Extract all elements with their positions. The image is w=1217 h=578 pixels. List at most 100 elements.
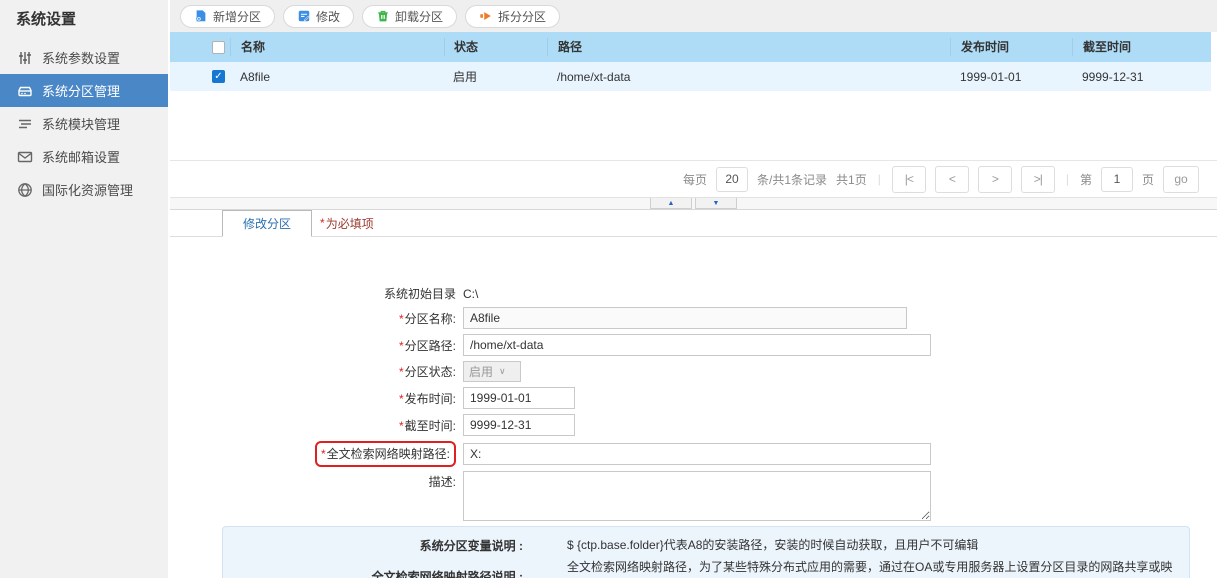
tab-modify-partition[interactable]: 修改分区 xyxy=(222,210,313,237)
sidebar-item-i18n-resources[interactable]: 国际化资源管理 xyxy=(0,173,168,206)
sidebar: 系统设置 系统参数设置 系统分区管理 系统模块管理 系统邮箱设置 国际化资源管理 xyxy=(0,0,170,578)
partition-toolbar: 新增分区 修改 卸载分区 拆分分区 xyxy=(170,0,1217,32)
pagination-separator: | xyxy=(1065,172,1069,186)
modify-partition-form: 系统初始目录 C:\ *分区名称: *分区路径: *分区状态: 启用 ∨ *发布… xyxy=(170,237,1217,578)
split-partition-label: 拆分分区 xyxy=(498,9,547,24)
expire-time-input[interactable] xyxy=(463,414,575,436)
table-row[interactable]: ✓ A8file 启用 /home/xt-data 1999-01-01 999… xyxy=(170,62,1211,91)
required-star: * xyxy=(398,311,404,326)
expire-time-label: 截至时间: xyxy=(404,418,456,433)
split-partition-button[interactable]: 拆分分区 xyxy=(465,4,561,28)
last-page-button[interactable]: >| xyxy=(1020,165,1055,193)
row-checkbox[interactable]: ✓ xyxy=(212,70,225,83)
sliders-icon xyxy=(16,49,33,66)
publish-time-input[interactable] xyxy=(463,387,575,409)
cell-expire-time: 9999-12-31 xyxy=(1082,69,1144,84)
pagination-separator: | xyxy=(877,172,881,186)
next-page-button[interactable]: > xyxy=(977,165,1012,193)
form-tabbar: 修改分区 * 为必填项 xyxy=(170,210,1217,237)
cell-name: A8file xyxy=(240,69,271,84)
table-empty-space xyxy=(170,91,1217,160)
add-partition-icon xyxy=(194,9,208,23)
modules-icon xyxy=(16,115,33,132)
required-star: * xyxy=(398,365,404,379)
trash-icon xyxy=(376,9,390,23)
sidebar-title: 系统设置 xyxy=(16,11,77,28)
total-pages-label: 共1页 xyxy=(836,172,867,187)
init-dir-value: C:\ xyxy=(463,286,479,301)
required-star: * xyxy=(398,391,404,406)
form-row-description: 描述: xyxy=(170,471,1217,521)
partition-path-input[interactable] xyxy=(463,334,931,356)
collapse-down-button[interactable]: ▼ xyxy=(695,198,737,209)
fulltext-path-label: 全文检索网络映射路径: xyxy=(326,447,450,461)
required-fields-note: * 为必填项 xyxy=(320,210,374,236)
form-row-publish-time: *发布时间: xyxy=(170,387,1217,409)
add-partition-label: 新增分区 xyxy=(213,9,262,24)
sidebar-item-label: 系统模块管理 xyxy=(42,117,121,132)
partition-path-label: 分区路径: xyxy=(404,338,456,353)
globe-icon xyxy=(16,181,33,198)
select-all-checkbox[interactable] xyxy=(212,40,225,54)
partition-name-input[interactable] xyxy=(463,307,907,329)
collapse-up-button[interactable]: ▲ xyxy=(650,198,692,209)
form-row-expire-time: *截至时间: xyxy=(170,414,1217,436)
note-row-variable: 系统分区变量说明 : $ {ctp.base.folder}代表A8的安装路径，… xyxy=(223,536,1177,555)
page-number-input[interactable] xyxy=(1100,166,1133,192)
column-header-expire-time: 截至时间 xyxy=(1072,38,1211,56)
cell-status: 启用 xyxy=(453,70,478,84)
sidebar-item-label: 系统参数设置 xyxy=(42,51,121,66)
tab-label: 修改分区 xyxy=(243,217,292,231)
note-row-fulltext: 全文检索网络映射路径说明 : 全文检索网络映射路径，为了某些特殊分布式应用的需要… xyxy=(223,558,1177,578)
required-star: * xyxy=(398,338,404,353)
page-prefix-label: 第 xyxy=(1079,172,1092,187)
sidebar-item-system-params[interactable]: 系统参数设置 xyxy=(0,41,168,74)
split-icon xyxy=(479,9,493,23)
description-label: 描述: xyxy=(428,475,456,489)
sidebar-item-label: 国际化资源管理 xyxy=(42,183,134,198)
form-row-fulltext-path: *全文检索网络映射路径: xyxy=(170,441,1217,467)
sidebar-item-mail-settings[interactable]: 系统邮箱设置 xyxy=(0,140,168,173)
form-row-partition-status: *分区状态: 启用 ∨ xyxy=(170,361,1217,382)
column-header-status: 状态 xyxy=(444,38,547,56)
cell-path: /home/xt-data xyxy=(557,69,631,84)
modify-button[interactable]: 修改 xyxy=(283,4,355,28)
first-page-button[interactable]: |< xyxy=(891,165,926,193)
unload-partition-button[interactable]: 卸载分区 xyxy=(362,4,458,28)
partition-table-header: 名称 状态 路径 发布时间 截至时间 xyxy=(170,32,1211,62)
form-row-partition-path: *分区路径: xyxy=(170,334,1217,356)
partition-name-label: 分区名称: xyxy=(404,311,456,326)
variable-note-text: $ {ctp.base.folder}代表A8的安装路径，安装的时候自动获取，且… xyxy=(567,538,979,552)
records-label: 条/共1条记录 xyxy=(757,172,828,187)
triangle-down-icon: ▼ xyxy=(712,199,720,207)
column-header-path: 路径 xyxy=(547,38,950,56)
chevron-down-icon: ∨ xyxy=(499,366,506,376)
partition-status-select[interactable]: 启用 ∨ xyxy=(463,361,521,382)
per-page-label: 每页 xyxy=(683,172,708,187)
go-button[interactable]: go xyxy=(1163,165,1199,193)
sidebar-item-module-mgmt[interactable]: 系统模块管理 xyxy=(0,107,168,140)
per-page-input[interactable] xyxy=(716,166,749,192)
pagination-bar: 每页 条/共1条记录 共1页 | |< < > >| | 第 页 go xyxy=(170,160,1217,197)
sidebar-item-partition-mgmt[interactable]: 系统分区管理 xyxy=(0,74,168,107)
column-header-name: 名称 xyxy=(230,38,444,56)
prev-page-button[interactable]: < xyxy=(934,165,969,193)
partition-status-label: 分区状态: xyxy=(404,365,456,379)
row-checkbox-cell: ✓ xyxy=(170,70,230,83)
required-star: * xyxy=(320,216,325,230)
description-textarea[interactable] xyxy=(463,471,931,521)
variable-note-label: 系统分区变量说明 : xyxy=(419,538,523,553)
header-checkbox-cell xyxy=(170,40,230,54)
mail-icon xyxy=(16,148,33,165)
fulltext-path-input[interactable] xyxy=(463,443,931,465)
triangle-up-icon: ▲ xyxy=(667,199,675,207)
add-partition-button[interactable]: 新增分区 xyxy=(180,4,276,28)
fulltext-note-label: 全文检索网络映射路径说明 : xyxy=(371,569,523,578)
required-star: * xyxy=(398,418,404,433)
help-notes-panel: 系统分区变量说明 : $ {ctp.base.folder}代表A8的安装路径，… xyxy=(222,526,1190,578)
page-suffix-label: 页 xyxy=(1141,172,1154,187)
fulltext-note-text: 全文检索网络映射路径，为了某些特殊分布式应用的需要，通过在OA或专用服务器上设置… xyxy=(567,559,1173,574)
status-selected-value: 启用 xyxy=(469,365,494,379)
panel-splitter[interactable]: ▲ ▼ xyxy=(170,197,1217,210)
sidebar-item-label: 系统邮箱设置 xyxy=(42,150,121,165)
